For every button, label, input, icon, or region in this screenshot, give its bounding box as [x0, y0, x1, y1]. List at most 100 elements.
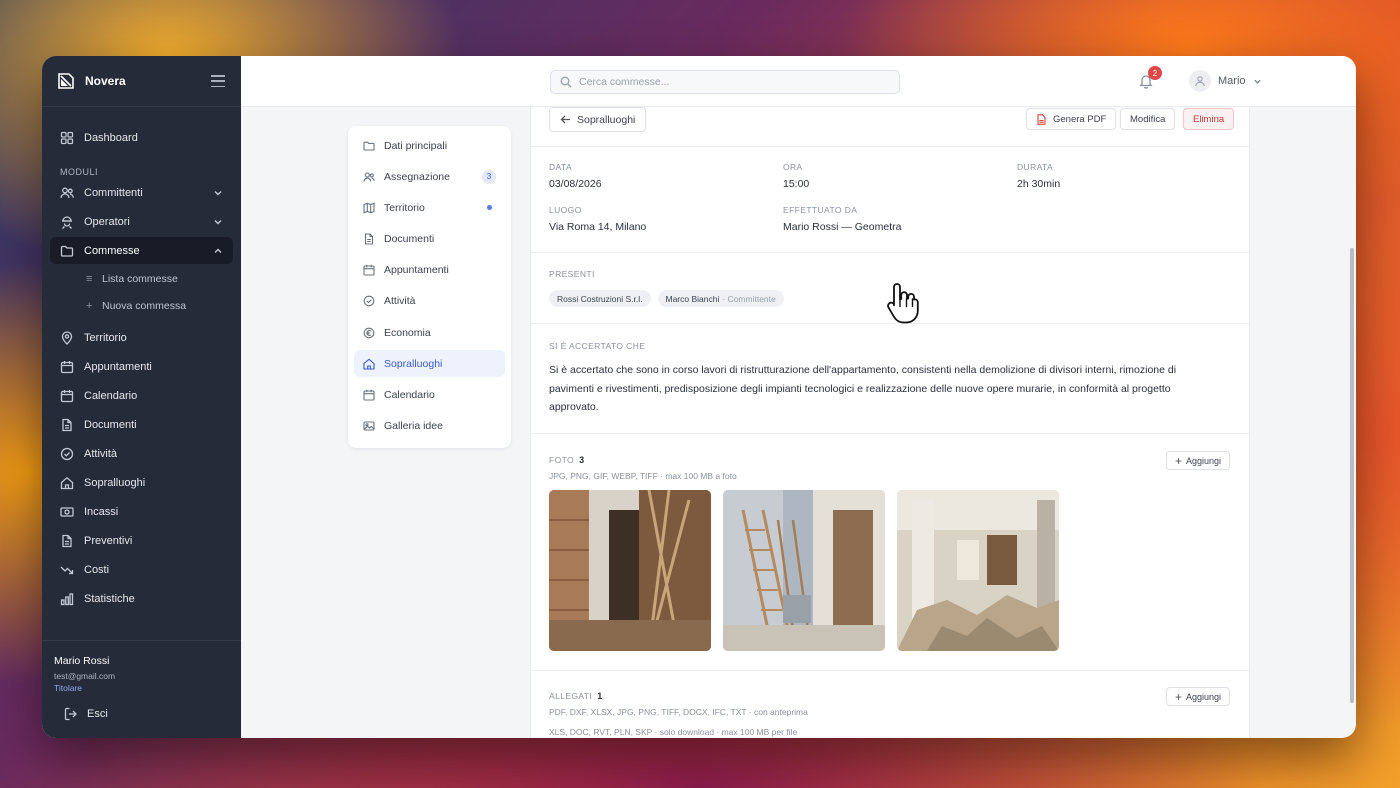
sidebar-item-committenti[interactable]: Committenti [50, 179, 233, 206]
presente-chip: Marco Bianchi · Committente [657, 290, 784, 307]
back-button[interactable]: Sopralluoghi [549, 107, 647, 132]
sidebar-item-commesse[interactable]: Commesse [50, 237, 233, 264]
accertato-text: Si è accertato che sono in corso lavori … [549, 364, 1177, 413]
add-allegato-label: Aggiungi [1185, 691, 1221, 702]
add-foto-label: Aggiungi [1185, 455, 1221, 466]
sidebar-subitem-label: Nuova commessa [102, 300, 187, 312]
home-icon [60, 476, 74, 489]
subnav-item-calendario[interactable]: Calendario [354, 382, 505, 409]
field-value: Mario Rossi — Geometra [783, 221, 902, 233]
photo-thumbnail[interactable] [897, 490, 1059, 651]
assegnazione-count-badge: 3 [482, 169, 496, 184]
subnav-item-label: Documenti [384, 233, 435, 246]
check-circle-icon [60, 447, 74, 460]
list-icon: ≡ [86, 273, 93, 285]
photo-image-rubble [897, 490, 1059, 651]
genera-pdf-button[interactable]: Genera PDF [1026, 108, 1117, 130]
sidebar-item-preventivi[interactable]: Preventivi [50, 527, 233, 554]
field-data: DATA 03/08/2026 [549, 162, 783, 205]
photo-gallery [549, 490, 1231, 651]
sidebar-item-attivita[interactable]: Attività [50, 440, 233, 467]
sidebar-item-territorio[interactable]: Territorio [50, 324, 233, 351]
dashboard-grid-icon [60, 131, 74, 144]
sidebar-item-incassi[interactable]: Incassi [50, 498, 233, 525]
calendar-icon [60, 360, 74, 373]
hamburger-menu-icon[interactable] [211, 75, 225, 87]
subnav-item-label: Territorio [384, 201, 425, 214]
arrow-left-icon [560, 115, 570, 124]
subnav-item-label: Attività [384, 295, 416, 308]
scrollbar-thumb[interactable] [1350, 248, 1354, 703]
calendar-icon [363, 265, 375, 276]
subnav-item-galleria-idee[interactable]: Galleria idee [354, 413, 505, 440]
modifica-label: Modifica [1130, 113, 1166, 125]
hand-cursor-icon [887, 283, 919, 324]
add-foto-button[interactable]: + Aggiungi [1165, 451, 1230, 470]
field-value: 2h 30min [1017, 178, 1061, 190]
field-label: DATA [549, 162, 573, 172]
sidebar-item-label: Calendario [84, 389, 138, 402]
search-icon [560, 76, 572, 88]
sidebar-item-costi[interactable]: Costi [50, 556, 233, 583]
sidebar-subitem-lista-commesse[interactable]: ≡ Lista commesse [50, 266, 233, 292]
add-allegato-button[interactable]: + Aggiungi [1165, 687, 1230, 706]
brand-bar: Novera [42, 56, 241, 107]
sidebar-item-operatori[interactable]: Operatori [50, 208, 233, 235]
document-icon [62, 534, 72, 547]
chevron-down-icon[interactable] [213, 188, 223, 198]
avatar [1189, 70, 1211, 92]
pdf-file-icon [1037, 113, 1046, 125]
sidebar-item-documenti[interactable]: Documenti [50, 411, 233, 438]
subnav-item-economia[interactable]: Economia [354, 319, 505, 346]
field-value: 03/08/2026 [549, 178, 602, 190]
document-icon [364, 233, 374, 245]
foto-count: 3 [579, 455, 585, 465]
search-input[interactable] [579, 76, 879, 88]
sidebar-user-email: test@gmail.com [54, 671, 116, 681]
photo-thumbnail[interactable] [549, 490, 711, 651]
sidebar-item-dashboard[interactable]: Dashboard [50, 124, 233, 151]
trend-down-icon [60, 566, 74, 574]
sidebar-item-label: Statistiche [84, 592, 135, 605]
subnav-item-dati-principali[interactable]: Dati principali [354, 132, 505, 159]
euro-icon [363, 327, 375, 338]
folder-icon [363, 141, 375, 151]
sidebar-item-sopralluoghi[interactable]: Sopralluoghi [50, 469, 233, 496]
foto-label: FOTO [549, 455, 575, 465]
sidebar-item-calendario[interactable]: Calendario [50, 382, 233, 409]
chevron-down-icon[interactable] [213, 217, 223, 227]
accertato-label: SI È ACCERTATO CHE [549, 341, 646, 351]
sidebar-item-appuntamenti[interactable]: Appuntamenti [50, 353, 233, 380]
subnav-item-appuntamenti[interactable]: Appuntamenti [354, 257, 505, 284]
subnav-item-label: Assegnazione [384, 170, 450, 183]
image-icon [363, 421, 375, 431]
subnav-item-label: Dati principali [384, 139, 448, 152]
territorio-status-dot [487, 205, 492, 211]
subnav-item-documenti[interactable]: Documenti [354, 226, 505, 253]
chevron-up-icon[interactable] [213, 246, 223, 256]
logout-button[interactable]: Esci [54, 707, 229, 721]
sidebar-item-statistiche[interactable]: Statistiche [50, 585, 233, 612]
sidebar: Novera Dashboard MODULI Committenti Oper… [42, 56, 241, 738]
plus-icon: + [86, 300, 93, 312]
elimina-button[interactable]: Elimina [1183, 108, 1235, 130]
folder-icon [60, 245, 74, 257]
subnav-item-sopralluoghi[interactable]: Sopralluoghi [354, 350, 505, 378]
sidebar-subitem-nuova-commessa[interactable]: + Nuova commessa [50, 293, 233, 319]
user-menu[interactable]: Mario [1189, 70, 1262, 92]
search-box[interactable] [550, 70, 900, 94]
photo-thumbnail[interactable] [723, 490, 885, 651]
users-icon [363, 172, 375, 182]
check-circle-icon [363, 296, 375, 307]
page-scrollbar[interactable] [1347, 107, 1356, 738]
subnav-item-attivita[interactable]: Attività [354, 288, 505, 315]
cash-icon [60, 506, 74, 517]
subnav-item-territorio[interactable]: Territorio [354, 194, 505, 221]
topbar: 2 Mario [241, 56, 1356, 107]
users-icon [60, 187, 74, 198]
sopralluogo-detail-panel: Sopralluoghi Genera PDF Modifica Elimina… [530, 107, 1250, 738]
elimina-label: Elimina [1193, 113, 1225, 125]
modifica-button[interactable]: Modifica [1120, 108, 1176, 130]
subnav-item-assegnazione[interactable]: Assegnazione 3 [354, 163, 505, 190]
detail-header: Sopralluoghi Genera PDF Modifica Elimina [531, 107, 1249, 147]
